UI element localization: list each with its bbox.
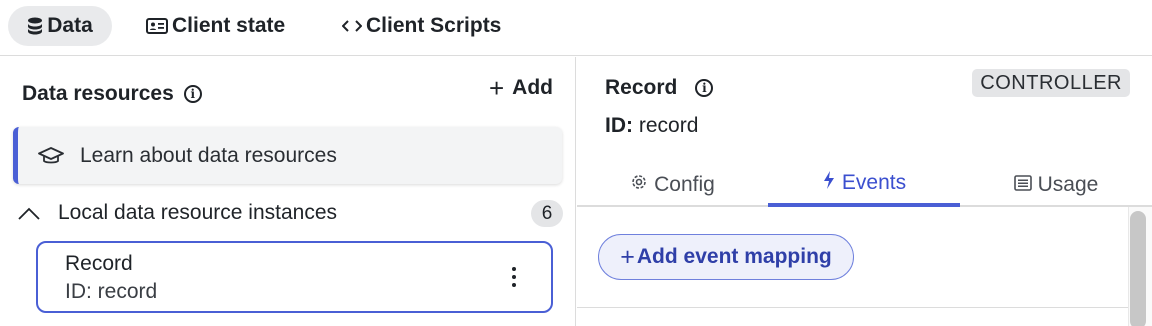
- chevron-up-icon[interactable]: [18, 207, 40, 220]
- tab-client-state-label: Client state: [172, 14, 286, 37]
- tab-config-label: Config: [654, 173, 715, 196]
- add-label: Add: [512, 76, 553, 99]
- tab-usage-label: Usage: [1037, 173, 1099, 196]
- data-resources-heading: Data resources i: [22, 82, 202, 106]
- scrollbar-thumb[interactable]: [1130, 211, 1146, 326]
- add-event-mapping-label: Add event mapping: [636, 245, 832, 268]
- info-icon[interactable]: i: [695, 79, 714, 97]
- tab-data[interactable]: Data: [8, 6, 112, 46]
- learn-label: Learn about data resources: [80, 143, 337, 167]
- divider: [577, 307, 1128, 308]
- list-icon: [1013, 173, 1032, 197]
- code-icon: [342, 19, 362, 33]
- tab-client-scripts[interactable]: Client Scripts: [342, 6, 501, 46]
- record-resource-item[interactable]: Record ID: record: [36, 241, 553, 313]
- bolt-icon: [822, 170, 836, 196]
- tab-client-scripts-label: Client Scripts: [366, 14, 502, 37]
- tab-client-state[interactable]: Client state: [146, 6, 285, 46]
- controller-badge: CONTROLLER: [972, 69, 1130, 97]
- id-label: ID:: [605, 114, 633, 137]
- tab-config[interactable]: Config: [577, 163, 768, 207]
- add-data-resource-button[interactable]: + Add: [489, 75, 553, 101]
- detail-title: Record: [605, 76, 678, 99]
- learn-about-data-resources-link[interactable]: Learn about data resources: [13, 127, 562, 184]
- id-value: record: [638, 114, 699, 137]
- more-options-icon[interactable]: [511, 267, 517, 287]
- instance-count-badge: 6: [531, 200, 563, 227]
- local-instances-group-header[interactable]: Local data resource instances 6: [18, 197, 563, 229]
- gear-icon: [630, 173, 648, 197]
- id-card-icon: [146, 18, 168, 34]
- tab-data-label: Data: [47, 14, 93, 37]
- record-name: Record: [65, 252, 133, 275]
- resource-detail-panel: Record i CONTROLLER ID: record Config Ev…: [577, 57, 1152, 326]
- detail-heading: Record i: [605, 76, 714, 100]
- tab-usage[interactable]: Usage: [960, 163, 1152, 207]
- record-id: ID: record: [65, 280, 158, 303]
- detail-id: ID: record: [605, 114, 698, 138]
- plus-icon: +: [488, 73, 505, 103]
- data-resources-panel: Data resources i + Add Learn about data …: [0, 57, 576, 326]
- detail-tabs: Config Events Usage: [577, 163, 1152, 207]
- add-event-mapping-button[interactable]: + Add event mapping: [598, 234, 854, 280]
- top-tab-bar: Data Client state Client Scripts: [0, 0, 1152, 56]
- database-icon: [27, 17, 43, 35]
- graduation-cap-icon: [38, 146, 64, 166]
- tab-events-label: Events: [841, 171, 907, 194]
- local-instances-label: Local data resource instances: [58, 201, 337, 224]
- info-icon[interactable]: i: [183, 85, 202, 103]
- data-resources-title: Data resources: [22, 82, 174, 105]
- tab-events[interactable]: Events: [768, 163, 960, 207]
- plus-icon: +: [620, 242, 635, 271]
